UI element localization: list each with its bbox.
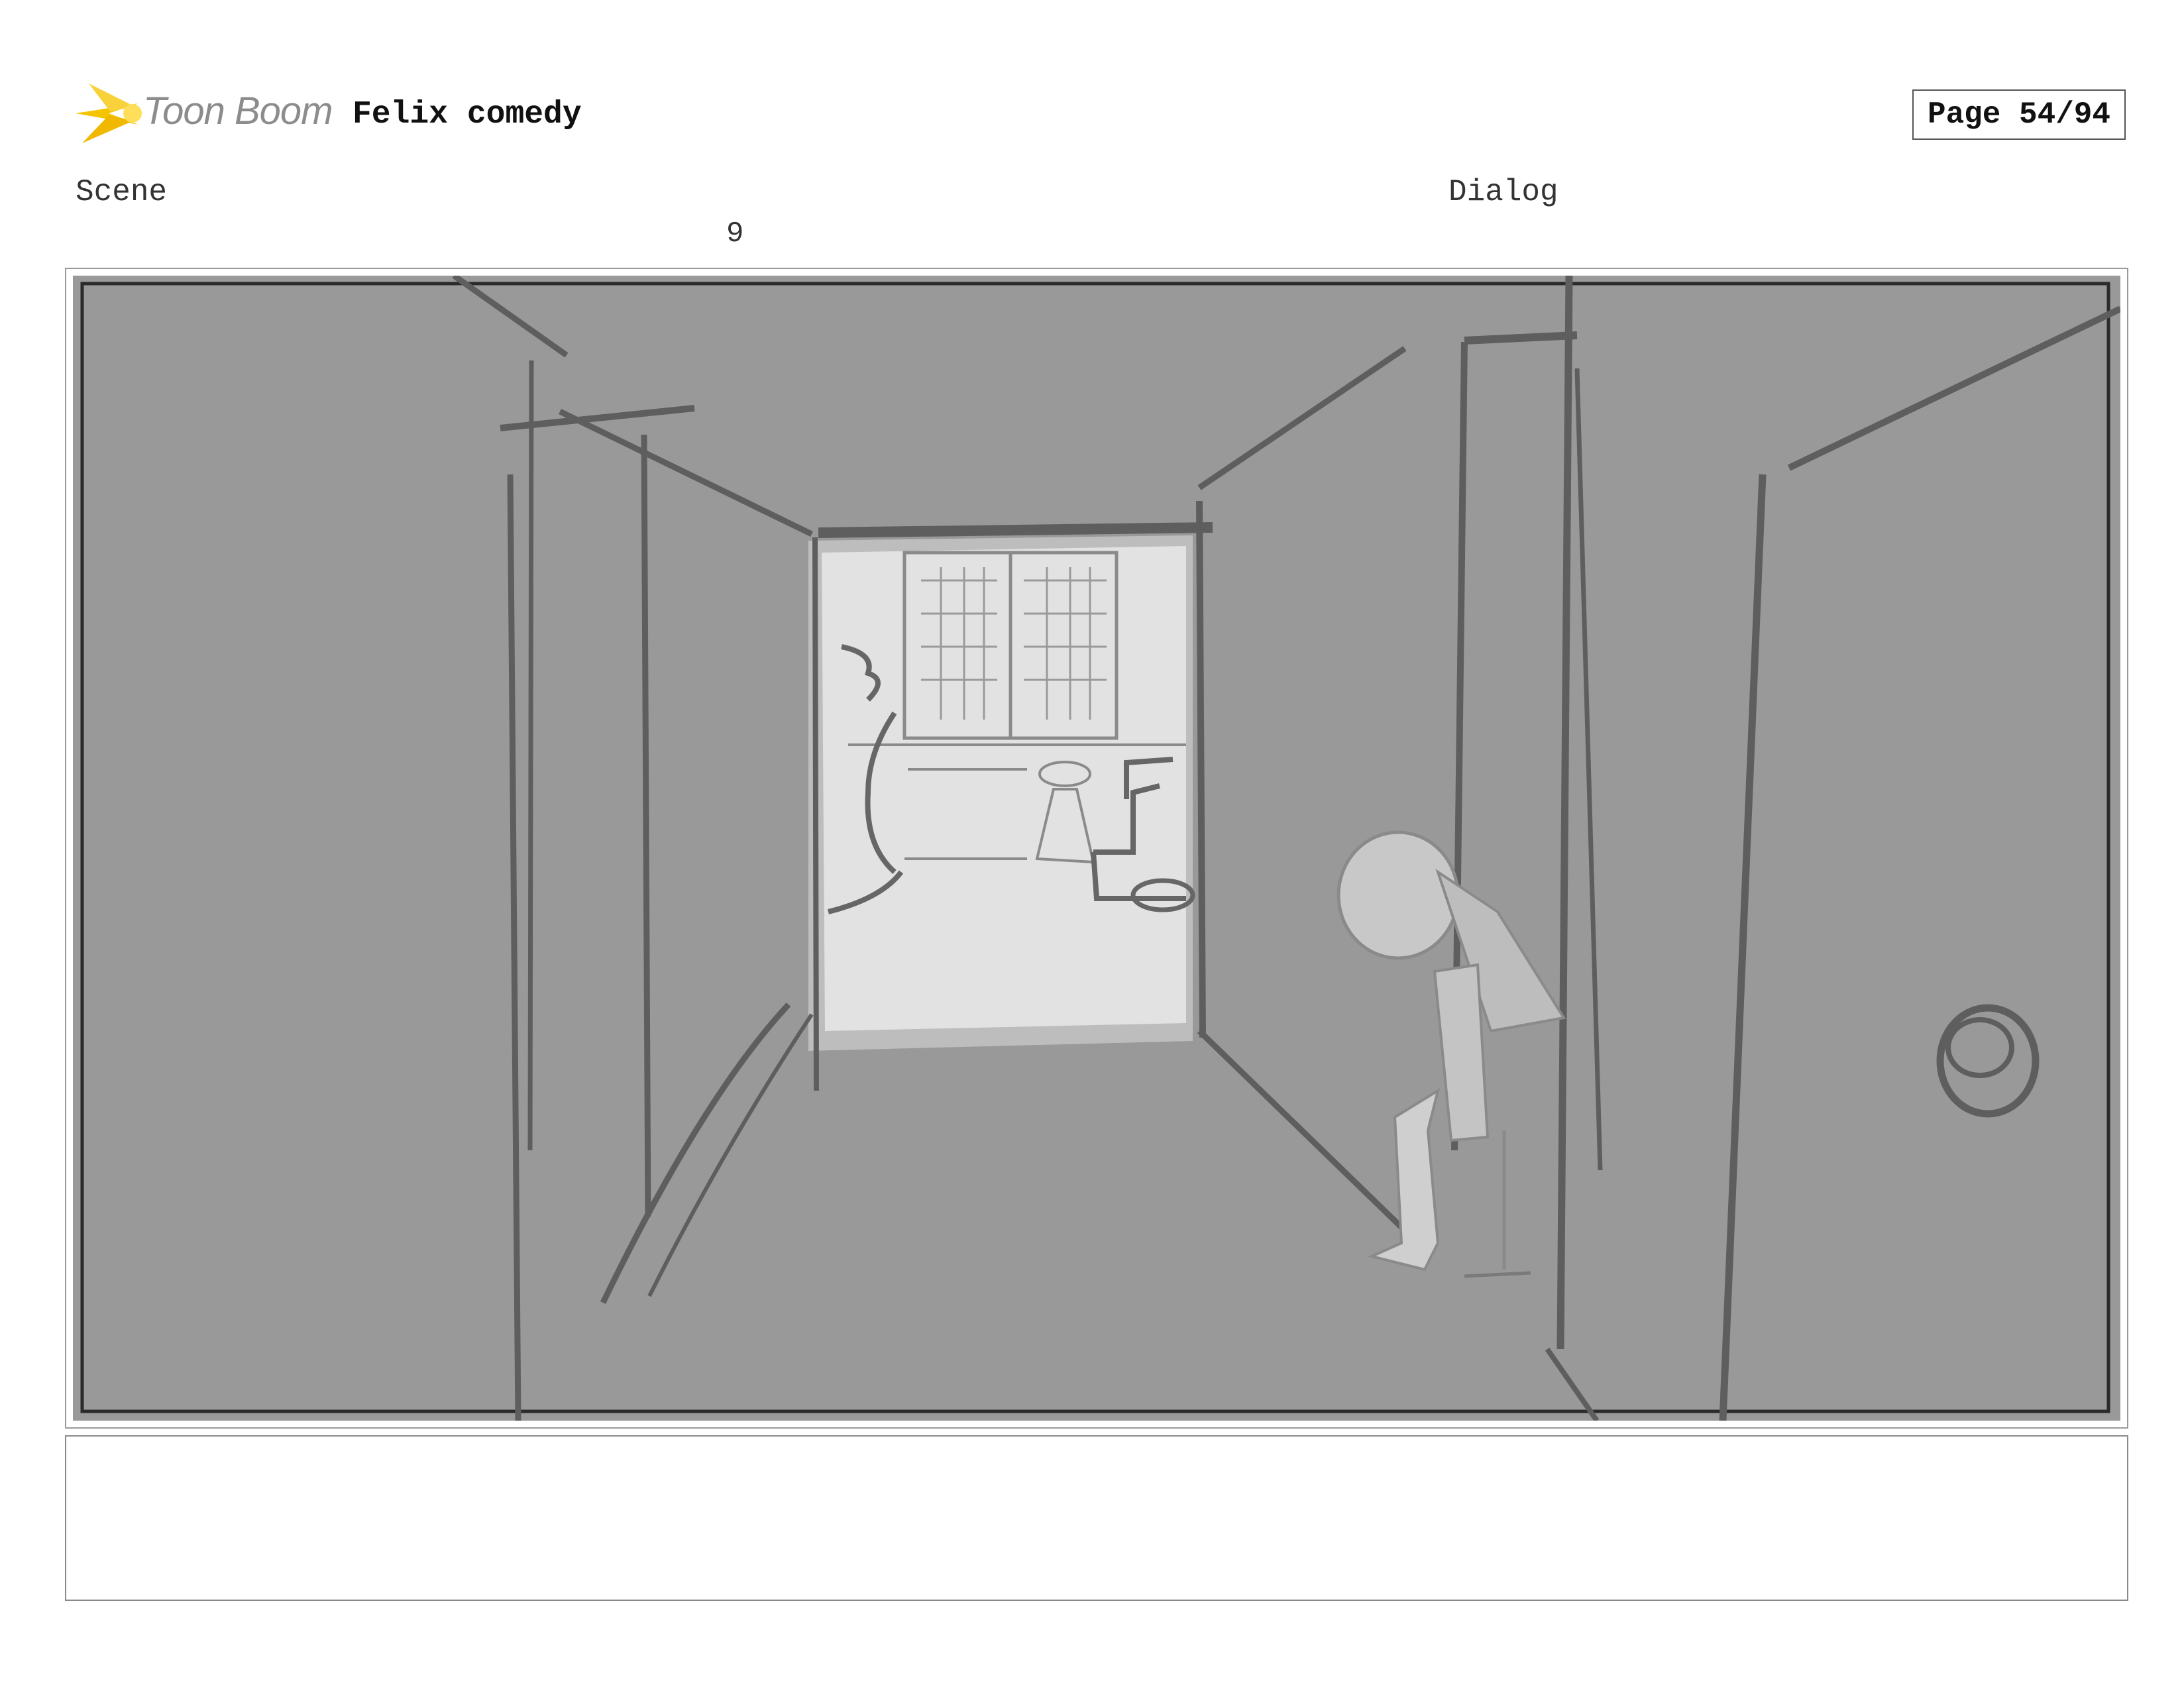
logo-text: Toon Boom	[143, 89, 333, 133]
scene-number: 9	[726, 217, 744, 250]
starburst-icon	[76, 83, 142, 143]
page-indicator: Page 54/94	[1912, 89, 2126, 140]
scene-label: Scene	[76, 175, 168, 209]
dialog-label: Dialog	[1448, 175, 1558, 209]
storyboard-panel	[65, 268, 2128, 1429]
dialog-text-box	[65, 1435, 2128, 1601]
hallway-sketch-image	[73, 276, 2120, 1421]
project-title: Felix comedy	[353, 97, 582, 133]
